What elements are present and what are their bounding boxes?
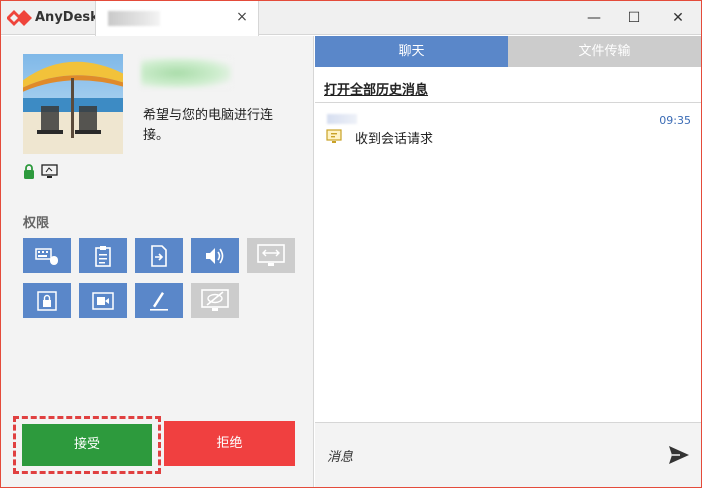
lock-icon (24, 163, 34, 179)
permission-file-manager-button[interactable] (135, 238, 183, 273)
session-tab[interactable]: × (95, 1, 259, 36)
reject-button[interactable]: 拒绝 (164, 421, 295, 466)
pen-icon (150, 291, 168, 311)
file-transfer-icon (151, 244, 167, 267)
session-request-icon (326, 129, 342, 143)
avatar (23, 54, 123, 154)
switch-sides-icon (257, 243, 285, 266)
send-icon[interactable] (667, 443, 691, 467)
message-text: 收到会话请求 (355, 132, 434, 147)
message-time: 09:35 (659, 114, 691, 127)
title-bar: AnyDesk × — ☐ ✕ (1, 1, 701, 36)
history-bar: 打开全部历史消息 (315, 67, 701, 103)
tab-close-icon[interactable]: × (234, 8, 250, 26)
monitor-icon (41, 163, 58, 178)
tab-name-redacted (108, 11, 160, 26)
accept-button[interactable]: 接受 (22, 424, 152, 466)
status-icons (23, 163, 58, 179)
request-panel: 希望与您的电脑进行连接。 权限 接受 拒绝 (1, 36, 314, 487)
chat-panel: 聊天 文件传输 打开全部历史消息 09:35 收到会话请求 (315, 36, 701, 487)
app-title: AnyDesk (35, 10, 99, 25)
clipboard-icon (95, 245, 111, 267)
keyboard-mouse-icon (35, 247, 58, 265)
lock-screen-icon (37, 290, 57, 311)
permission-keyboard-mouse-button[interactable] (23, 238, 71, 273)
speaker-icon (206, 247, 224, 264)
tab-chat[interactable]: 聊天 (315, 36, 508, 67)
message-input[interactable] (327, 447, 627, 467)
privacy-mode-icon (201, 288, 229, 311)
permission-record-session-button[interactable] (79, 283, 127, 318)
accept-focus-outline: 接受 (13, 416, 161, 474)
remote-name-redacted (141, 58, 231, 88)
maximize-button[interactable]: ☐ (621, 5, 647, 31)
anydesk-window: AnyDesk × — ☐ ✕ 希望与您的电脑进行连接。 权限 接受 拒绝 聊天… (0, 0, 702, 488)
permission-privacy-mode-button[interactable] (191, 283, 239, 318)
permission-clipboard-button[interactable] (79, 238, 127, 273)
message-input-area (315, 422, 701, 487)
permissions-label: 权限 (23, 216, 50, 231)
close-button[interactable]: ✕ (665, 5, 691, 31)
request-message: 希望与您的电脑进行连接。 (143, 108, 274, 143)
open-history-link[interactable]: 打开全部历史消息 (324, 79, 428, 98)
video-camera-icon (92, 291, 114, 310)
anydesk-logo-icon (7, 10, 32, 26)
permission-sound-button[interactable] (191, 238, 239, 273)
permission-switch-sides-button[interactable] (247, 238, 295, 273)
message-sender-redacted (327, 114, 357, 124)
minimize-button[interactable]: — (581, 5, 607, 31)
permission-draw-button[interactable] (135, 283, 183, 318)
tab-file-transfer[interactable]: 文件传输 (508, 36, 701, 67)
permission-lock-account-button[interactable] (23, 283, 71, 318)
